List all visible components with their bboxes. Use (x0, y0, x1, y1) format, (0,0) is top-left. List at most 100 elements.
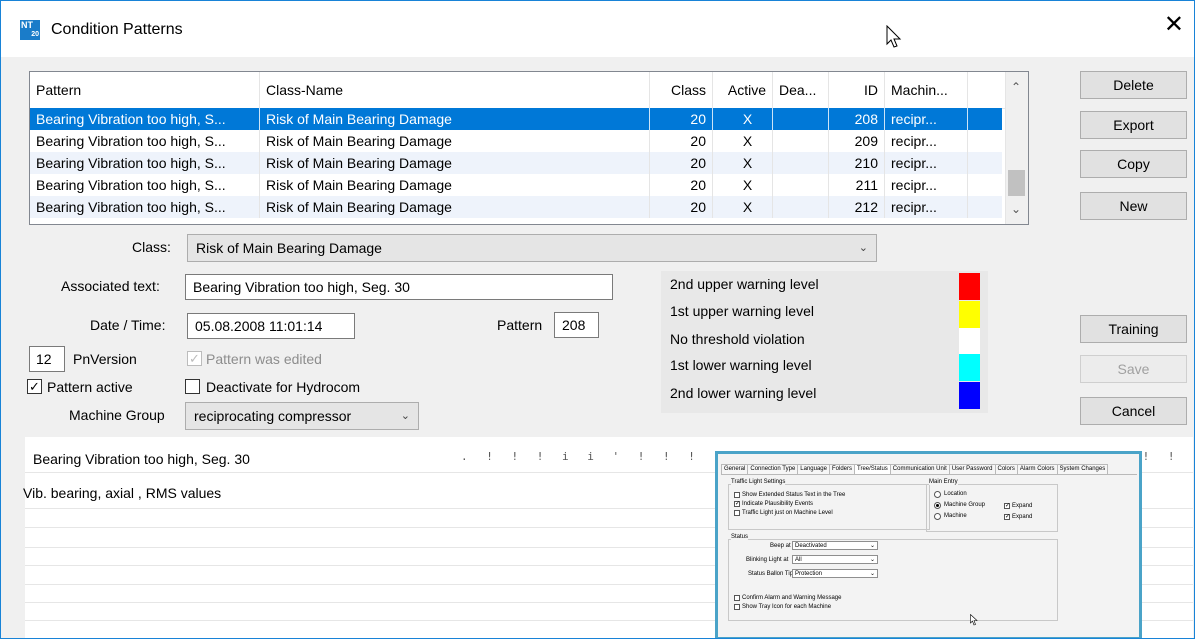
expand-label: Expand (1012, 503, 1033, 509)
cell-id: 211 (829, 174, 885, 196)
beep-select: Deactivated ⌄ (792, 541, 878, 550)
cell-pattern: Bearing Vibration too high, S... (30, 108, 260, 130)
balloon-value: Protection (795, 571, 823, 577)
legend-swatch-cyan (959, 354, 980, 381)
delete-button[interactable]: Delete (1080, 71, 1187, 99)
copy-button[interactable]: Copy (1080, 150, 1187, 178)
settings-tab: User Password (948, 464, 996, 474)
app-badge-top: NT (21, 20, 33, 30)
cell-deactivated (773, 152, 829, 174)
pattern-active-label[interactable]: Pattern active (47, 379, 133, 395)
cell-class-name: Risk of Main Bearing Damage (260, 174, 650, 196)
cell-id: 209 (829, 130, 885, 152)
status-title: Status (731, 534, 749, 540)
text-list-line: Bearing Vibration too high, Seg. 30 (33, 451, 250, 467)
confirm-label: Confirm Alarm and Warning Message (742, 595, 842, 601)
beep-label: Beep at (770, 543, 791, 549)
scrollbar-thumb[interactable] (1008, 170, 1025, 196)
legend-label: 2nd upper warning level (670, 276, 819, 292)
legend-label: 1st lower warning level (670, 357, 812, 373)
cell-pattern: Bearing Vibration too high, S... (30, 130, 260, 152)
cell-class: 20 (650, 196, 713, 218)
legend-swatch-red (959, 273, 980, 300)
settings-tab: General (721, 464, 749, 474)
deactivate-hydrocom-checkbox[interactable] (185, 379, 200, 394)
column-header-class-name[interactable]: Class-Name (260, 72, 650, 108)
save-button[interactable]: Save (1080, 355, 1187, 383)
app-icon: NT 20 (20, 20, 40, 40)
cell-id: 210 (829, 152, 885, 174)
scroll-up-icon[interactable]: ⌃ (1011, 80, 1021, 94)
training-button[interactable]: Training (1080, 315, 1187, 343)
legend-swatch-blue (959, 382, 980, 409)
export-button[interactable]: Export (1080, 111, 1187, 139)
table-row[interactable]: Bearing Vibration too high, S... Risk of… (30, 174, 1002, 196)
expand-label: Expand (1012, 514, 1033, 520)
scroll-down-icon[interactable]: ⌄ (1011, 202, 1021, 216)
column-header-class[interactable]: Class (650, 72, 713, 108)
machine-group-select[interactable]: reciprocating compressor ⌄ (185, 402, 419, 430)
condition-patterns-window: NT 20 Condition Patterns ✕ Pattern Class… (0, 0, 1195, 639)
cell-pattern: Bearing Vibration too high, S... (30, 196, 260, 218)
pnversion-label: PnVersion (73, 351, 137, 367)
blink-label: Blinking Light at (746, 557, 789, 563)
column-header-id[interactable]: ID (829, 72, 885, 108)
embedded-settings-screenshot: General Connection Type Language Folders Tre… (715, 451, 1142, 638)
option-checkbox (734, 510, 740, 516)
deactivate-hydrocom-label[interactable]: Deactivate for Hydrocom (206, 379, 360, 395)
column-header-active[interactable]: Active (713, 72, 773, 108)
cancel-button[interactable]: Cancel (1080, 397, 1187, 425)
class-label: Class: (132, 239, 171, 255)
radio-label: Machine Group (944, 502, 986, 508)
chevron-down-icon: ⌄ (400, 410, 410, 422)
associated-text-input[interactable]: Bearing Vibration too high, Seg. 30 (185, 274, 613, 300)
pattern-active-checkbox[interactable]: ✓ (27, 379, 42, 394)
legend-swatch-yellow (959, 301, 980, 328)
balloon-select: Protection ⌄ (792, 569, 878, 578)
option-checkbox (734, 492, 740, 498)
chevron-down-icon: ⌄ (858, 242, 868, 254)
tray-checkbox (734, 604, 740, 610)
cell-machine: recipr... (885, 130, 968, 152)
option-label: Traffic Light just on Machine Level (742, 510, 833, 516)
table-row[interactable]: Bearing Vibration too high, S... Risk of… (30, 152, 1002, 174)
cell-class-name: Risk of Main Bearing Damage (260, 196, 650, 218)
window-title: Condition Patterns (51, 21, 183, 38)
cell-deactivated (773, 108, 829, 130)
table-header: Pattern Class-Name Class Active Dea... I… (30, 72, 1028, 109)
radio-label: Location (944, 491, 967, 497)
cell-class-name: Risk of Main Bearing Damage (260, 130, 650, 152)
cell-deactivated (773, 174, 829, 196)
legend-label: No threshold violation (670, 331, 805, 347)
settings-tab: Alarm Colors (1016, 464, 1058, 474)
settings-tab: Colors (994, 464, 1018, 474)
settings-tab: Language (797, 464, 830, 474)
cell-id: 212 (829, 196, 885, 218)
machine-group-value: reciprocating compressor (194, 408, 352, 424)
new-button[interactable]: New (1080, 192, 1187, 220)
cell-machine: recipr... (885, 152, 968, 174)
cell-class-name: Risk of Main Bearing Damage (260, 108, 650, 130)
table-row[interactable]: Bearing Vibration too high, S... Risk of… (30, 108, 1002, 130)
table-row[interactable]: Bearing Vibration too high, S... Risk of… (30, 196, 1002, 218)
settings-tab-strip: General Connection Type Language Folders Tre… (721, 464, 1137, 475)
column-header-deactivated[interactable]: Dea... (773, 72, 829, 108)
date-time-field: 05.08.2008 11:01:14 (187, 313, 355, 339)
associated-text-label: Associated text: (61, 278, 160, 294)
table-vertical-scrollbar[interactable]: ⌃ ⌄ (1005, 72, 1028, 224)
pattern-edited-checkbox: ✓ (187, 351, 202, 366)
patterns-table[interactable]: Pattern Class-Name Class Active Dea... I… (29, 71, 1029, 225)
close-icon[interactable]: ✕ (1164, 13, 1184, 37)
mouse-cursor-icon (886, 25, 902, 48)
pattern-label: Pattern (497, 317, 543, 333)
column-header-pattern[interactable]: Pattern (30, 72, 260, 108)
cell-deactivated (773, 196, 829, 218)
cell-class: 20 (650, 174, 713, 196)
class-select-value: Risk of Main Bearing Damage (196, 240, 382, 256)
radio-machine (934, 513, 941, 520)
option-label: Show Extended Status Text in the Tree (742, 492, 846, 498)
table-row[interactable]: Bearing Vibration too high, S... Risk of… (30, 130, 1002, 152)
radio-machine-group (934, 502, 941, 509)
column-header-machine[interactable]: Machin... (885, 72, 968, 108)
class-select[interactable]: Risk of Main Bearing Damage ⌄ (187, 234, 877, 262)
